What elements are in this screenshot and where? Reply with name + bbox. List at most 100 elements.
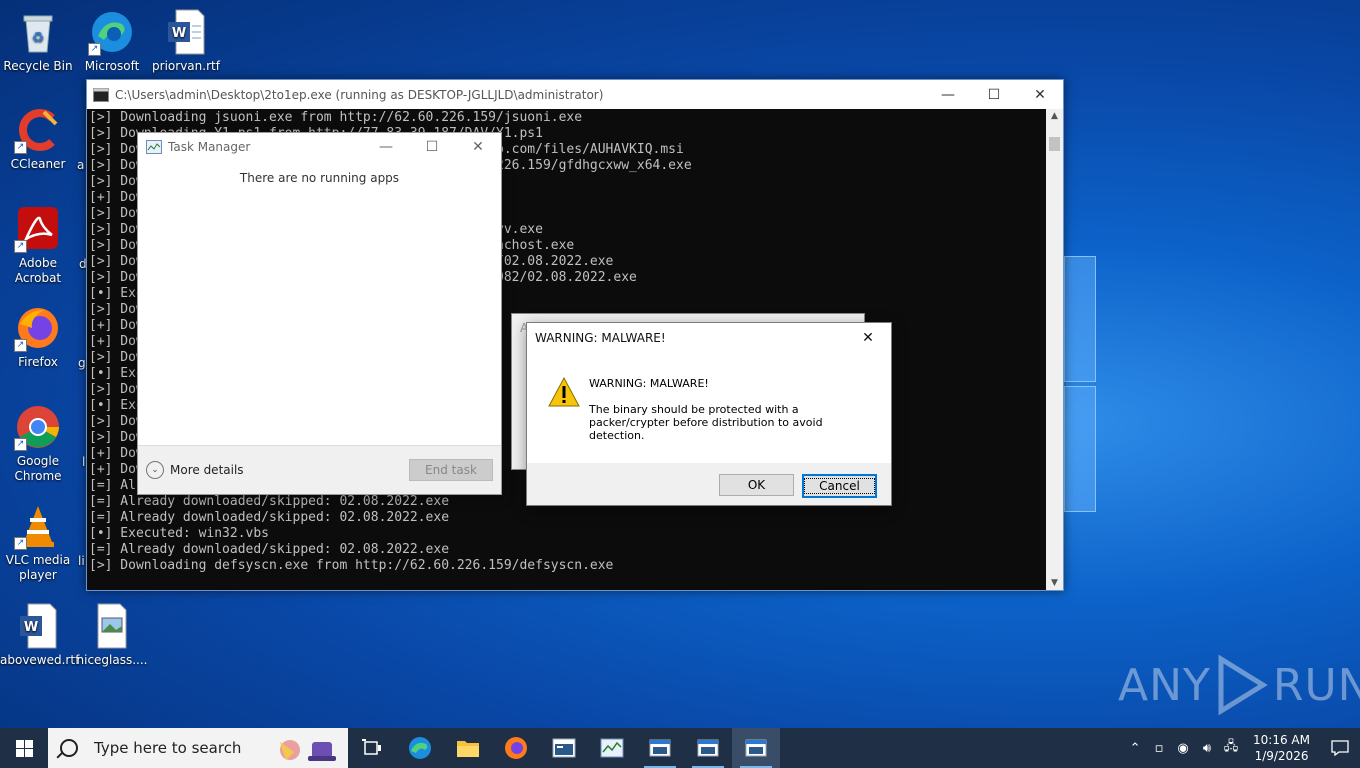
cmd-icon bbox=[552, 738, 576, 758]
task-manager-icon bbox=[600, 738, 624, 758]
desktop-icon-acrobat[interactable]: ↗ Adobe Acrobat bbox=[0, 205, 76, 286]
system-tray: ⌃ ▫ ◉ 🔊︎ 🖧︎ 10:16 AM 1/9/2026 bbox=[1123, 728, 1360, 768]
desktop-icon-edge[interactable]: ↗ Microsoft Edge bbox=[74, 8, 150, 70]
warning-titlebar[interactable]: WARNING: MALWARE! ✕ bbox=[527, 323, 891, 353]
warning-body: WARNING: MALWARE! The binary should be p… bbox=[527, 353, 891, 463]
desktop-icon-label: Adobe Acrobat bbox=[14, 256, 62, 285]
malware-warning-dialog[interactable]: WARNING: MALWARE! ✕ WARNING: MALWARE! Th… bbox=[526, 322, 892, 506]
desktop-icon-recycle-bin[interactable]: ♻ Recycle Bin bbox=[0, 8, 76, 74]
desktop-icon-label: Recycle Bin bbox=[3, 59, 73, 73]
desktop-icon-priorvan[interactable]: W priorvan.rtf bbox=[148, 8, 224, 74]
task-manager-footer: ⌄ More details End task bbox=[138, 445, 501, 494]
console-icon bbox=[93, 87, 109, 102]
scrollbar-thumb[interactable] bbox=[1049, 137, 1060, 151]
task-manager-window[interactable]: Task Manager — ☐ ✕ There are no running … bbox=[137, 132, 502, 495]
volume-icon[interactable]: 🔊︎ bbox=[1195, 741, 1219, 756]
window-icon bbox=[649, 739, 671, 757]
close-button[interactable]: ✕ bbox=[1017, 80, 1063, 109]
taskbar-window-1[interactable] bbox=[636, 728, 684, 768]
chevron-down-icon: ⌄ bbox=[146, 461, 164, 479]
no-apps-message: There are no running apps bbox=[239, 171, 400, 185]
taskbar-window-3[interactable] bbox=[732, 728, 780, 768]
console-line: [>] Downloading jsuoni.exe from http://6… bbox=[89, 110, 583, 125]
desktop-icon-label: Firefox bbox=[18, 355, 58, 369]
recycle-bin-icon: ♻ bbox=[14, 8, 62, 56]
file-explorer-icon bbox=[457, 741, 479, 757]
desktop-icon-firefox[interactable]: ↗ Firefox bbox=[0, 304, 76, 370]
windows-start-icon bbox=[15, 739, 33, 757]
ccleaner-icon: ↗ bbox=[14, 106, 62, 154]
desktop-icon-chrome[interactable]: ↗ Google Chrome bbox=[0, 403, 76, 484]
clock[interactable]: 10:16 AM 1/9/2026 bbox=[1253, 732, 1310, 764]
word-document-icon: W bbox=[14, 602, 62, 650]
watermark-text-left: ANY bbox=[1118, 659, 1211, 711]
taskbar-search-box[interactable]: Type here to search bbox=[48, 728, 348, 768]
maximize-button[interactable]: ☐ bbox=[971, 80, 1017, 109]
minimize-button[interactable]: — bbox=[363, 133, 409, 162]
start-button[interactable] bbox=[0, 728, 48, 768]
word-document-icon: W bbox=[162, 8, 210, 56]
taskbar-task-manager[interactable] bbox=[588, 728, 636, 768]
tray-app-icon[interactable]: ▫ bbox=[1147, 741, 1171, 756]
desktop-icon-niceglass[interactable]: niceglass.... bbox=[74, 602, 150, 668]
edge-icon bbox=[409, 737, 431, 759]
desktop-icon-abovewed[interactable]: W abovewed.rtf bbox=[0, 602, 80, 668]
taskbar-firefox[interactable] bbox=[492, 728, 540, 768]
firefox-icon: ↗ bbox=[14, 304, 62, 352]
svg-text:W: W bbox=[24, 620, 38, 635]
notification-button[interactable] bbox=[1320, 740, 1360, 756]
console-scrollbar[interactable]: ▲ ▼ bbox=[1046, 109, 1063, 590]
taskbar: Type here to search ⌃ ▫ ◉ 🔊︎ 🖧︎ 10:16 AM bbox=[0, 728, 1360, 768]
window-icon bbox=[697, 739, 719, 757]
watermark-text-right: RUN bbox=[1272, 659, 1360, 711]
chrome-icon: ↗ bbox=[14, 403, 62, 451]
scroll-down-icon[interactable]: ▼ bbox=[1046, 578, 1063, 588]
warning-dialog-title: WARNING: MALWARE! bbox=[535, 331, 666, 345]
vlc-icon: ↗ bbox=[14, 502, 62, 550]
scroll-up-icon[interactable]: ▲ bbox=[1046, 111, 1063, 121]
minimize-button[interactable]: — bbox=[925, 80, 971, 109]
warning-heading: WARNING: MALWARE! bbox=[589, 377, 709, 390]
task-view-icon bbox=[362, 739, 381, 755]
taskbar-task-view[interactable] bbox=[348, 728, 396, 768]
image-file-icon bbox=[88, 602, 136, 650]
edge-icon: ↗ bbox=[88, 8, 136, 56]
cancel-button[interactable]: Cancel bbox=[802, 474, 877, 498]
network-icon[interactable]: 🖧︎ bbox=[1219, 737, 1243, 759]
ok-button[interactable]: OK bbox=[719, 474, 794, 496]
watermark-play-icon bbox=[1218, 655, 1268, 715]
notification-icon bbox=[1331, 740, 1349, 756]
close-button[interactable]: ✕ bbox=[455, 133, 501, 162]
anyrun-watermark: ANY RUN bbox=[1118, 655, 1360, 715]
taskbar-edge[interactable] bbox=[396, 728, 444, 768]
search-placeholder: Type here to search bbox=[94, 739, 242, 757]
maximize-button[interactable]: ☐ bbox=[409, 133, 455, 162]
clock-date: 1/9/2026 bbox=[1254, 749, 1309, 763]
meet-now-icon[interactable]: ◉ bbox=[1171, 741, 1195, 756]
search-highlight-icon bbox=[280, 740, 336, 761]
console-line: [=] Already downloaded/skipped: 02.08.20… bbox=[89, 510, 450, 525]
ok-label: OK bbox=[747, 478, 766, 492]
desktop-icon-label: Microsoft Edge bbox=[84, 59, 140, 70]
warning-button-bar: OK Cancel bbox=[527, 463, 891, 505]
taskbar-file-explorer[interactable] bbox=[444, 728, 492, 768]
more-details-toggle[interactable]: ⌄ More details bbox=[146, 461, 409, 479]
search-icon bbox=[60, 739, 78, 757]
console-titlebar[interactable]: C:\Users\admin\Desktop\2to1ep.exe (runni… bbox=[87, 80, 1063, 109]
desktop-icon-ccleaner[interactable]: ↗ CCleaner bbox=[0, 106, 76, 172]
desktop-icon-vlc[interactable]: ↗ VLC media player bbox=[0, 502, 76, 583]
end-task-button[interactable]: End task bbox=[409, 459, 493, 481]
desktop-partial-label: l bbox=[82, 455, 86, 469]
desktop-partial-label: li bbox=[78, 554, 85, 568]
desktop-icon-label: Google Chrome bbox=[14, 454, 62, 483]
desktop-icon-label: abovewed.rtf bbox=[0, 653, 80, 667]
taskbar-window-2[interactable] bbox=[684, 728, 732, 768]
console-line: [=] Already downloaded/skipped: 02.08.20… bbox=[89, 542, 450, 557]
chevron-up-icon[interactable]: ⌃ bbox=[1123, 741, 1147, 756]
acrobat-icon: ↗ bbox=[14, 205, 62, 253]
close-button[interactable]: ✕ bbox=[845, 324, 891, 353]
desktop-partial-label: a bbox=[77, 158, 85, 172]
taskbar-cmd[interactable] bbox=[540, 728, 588, 768]
task-manager-titlebar[interactable]: Task Manager — ☐ ✕ bbox=[138, 133, 501, 161]
console-title: C:\Users\admin\Desktop\2to1ep.exe (runni… bbox=[115, 87, 604, 102]
